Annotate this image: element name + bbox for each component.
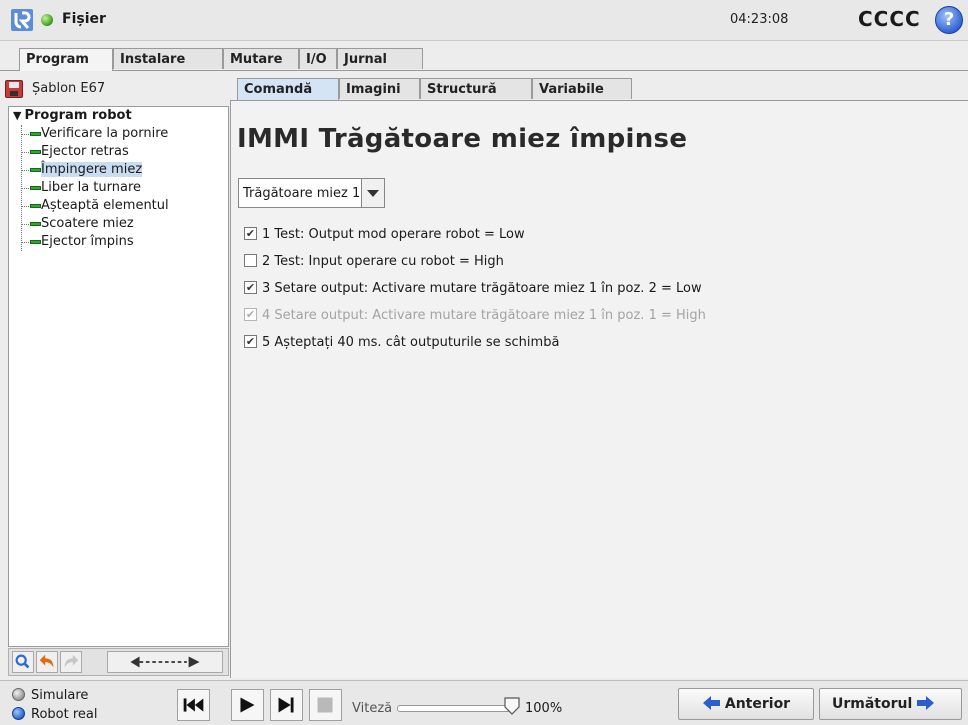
save-icon[interactable] — [5, 80, 23, 98]
step-label: 4 Setare output: Activare mutare trăgăto… — [262, 308, 706, 323]
speed-label: Viteză — [352, 701, 393, 716]
program-file-row[interactable]: Șablon E67 — [0, 78, 228, 100]
command-title: IMMI Trăgătoare miez împinse — [237, 124, 688, 154]
node-icon — [30, 240, 41, 244]
robot-status-icon — [41, 14, 53, 26]
arrow-right-icon — [917, 696, 935, 710]
tree-item-label: Verificare la pornire — [41, 126, 169, 141]
step-checkbox[interactable] — [244, 281, 257, 294]
tab-program[interactable]: Program — [19, 48, 113, 71]
play-icon[interactable] — [231, 689, 264, 721]
tree-item[interactable]: Ejector împins — [21, 233, 138, 251]
mode-simulation-label: Simulare — [31, 688, 89, 703]
node-icon — [30, 150, 41, 154]
move-node-arrows-icon[interactable] — [107, 651, 223, 673]
file-menu[interactable]: Fișier — [62, 11, 106, 27]
tree-toolbar — [8, 648, 229, 676]
next-button[interactable]: Următorul — [819, 688, 962, 720]
node-icon — [30, 186, 41, 190]
step-row-disabled: 4 Setare output: Activare mutare trăgăto… — [244, 307, 706, 325]
speed-value: 100% — [525, 701, 563, 716]
next-button-label: Următorul — [832, 696, 913, 712]
tab-variabile[interactable]: Variabile — [532, 78, 632, 99]
undo-icon[interactable] — [36, 651, 58, 673]
tree-item[interactable]: Verificare la pornire — [21, 125, 172, 143]
core-puller-select-value: Trăgătoare miez 1 — [243, 186, 361, 201]
tab-io[interactable]: I/O — [299, 48, 337, 69]
radio-icon[interactable] — [12, 688, 25, 701]
stop-icon[interactable] — [309, 689, 342, 721]
title-bar: Fișier 04:23:08 CCCC ? — [0, 0, 968, 41]
step-forward-icon[interactable] — [270, 689, 303, 721]
main-tabs: Program Instalare Mutare I/O Jurnal — [0, 48, 968, 71]
arrow-left-icon — [703, 696, 720, 710]
universal-robots-logo-icon — [11, 9, 33, 31]
tree-item-label: Ejector retras — [41, 144, 129, 159]
chevron-down-icon[interactable] — [361, 179, 384, 207]
program-tree: ▼ Program robot Verificare la pornire Eje… — [8, 106, 229, 647]
speed-slider-track[interactable] — [397, 705, 511, 712]
node-icon — [30, 132, 41, 136]
tree-item-label: Scoatere miez — [41, 216, 134, 231]
tab-instalare[interactable]: Instalare — [113, 48, 223, 69]
step-row[interactable]: 5 Așteptați 40 ms. cât outputurile se sc… — [244, 334, 559, 352]
node-icon — [30, 204, 41, 208]
tree-item-label: Împingere miez — [41, 162, 143, 177]
rewind-icon[interactable] — [177, 689, 210, 721]
step-checkbox[interactable] — [244, 227, 257, 240]
mode-simulation-option[interactable]: Simulare — [12, 687, 88, 705]
search-icon[interactable] — [12, 651, 34, 673]
step-checkbox[interactable] — [244, 335, 257, 348]
tree-item-selected[interactable]: Împingere miez — [21, 161, 146, 179]
step-checkbox[interactable] — [244, 254, 257, 267]
tree-item[interactable]: Liber la turnare — [21, 179, 145, 197]
tree-item[interactable]: Așteaptă elementul — [21, 197, 173, 215]
mode-real-label: Robot real — [31, 707, 98, 722]
step-label: 2 Test: Input operare cu robot = High — [262, 254, 504, 269]
clock: 04:23:08 — [730, 12, 789, 27]
tab-comanda[interactable]: Comandă — [237, 78, 339, 101]
radio-icon[interactable] — [12, 707, 25, 720]
robot-name: CCCC — [858, 7, 921, 31]
step-checkbox — [244, 308, 257, 321]
node-icon — [30, 222, 41, 226]
tab-imagini[interactable]: Imagini — [339, 78, 420, 99]
tree-item[interactable]: Scoatere miez — [21, 215, 138, 233]
help-icon[interactable]: ? — [935, 6, 963, 34]
tab-structura[interactable]: Structură — [420, 78, 532, 99]
step-row[interactable]: 2 Test: Input operare cu robot = High — [244, 253, 504, 271]
tree-item-label: Așteaptă elementul — [41, 198, 169, 213]
step-label: 1 Test: Output mod operare robot = Low — [262, 227, 525, 242]
tree-item-label: Ejector împins — [41, 234, 134, 249]
tab-jurnal[interactable]: Jurnal — [337, 48, 423, 69]
step-label: 3 Setare output: Activare mutare trăgăto… — [262, 281, 702, 296]
tree-root-label: Program robot — [24, 108, 132, 123]
step-row[interactable]: 3 Setare output: Activare mutare trăgăto… — [244, 280, 702, 298]
speed-slider-handle[interactable] — [504, 697, 520, 715]
program-file-name: Șablon E67 — [32, 81, 106, 96]
node-icon — [30, 168, 41, 172]
redo-icon[interactable] — [60, 651, 82, 673]
step-label: 5 Așteptați 40 ms. cât outputurile se sc… — [262, 335, 560, 350]
tree-root[interactable]: ▼ Program robot — [13, 108, 132, 123]
tree-item-label: Liber la turnare — [41, 180, 142, 195]
previous-button-label: Anterior — [724, 696, 791, 712]
expand-triangle-icon[interactable]: ▼ — [13, 109, 21, 122]
tab-mutare[interactable]: Mutare — [223, 48, 299, 69]
mode-real-option[interactable]: Robot real — [12, 706, 97, 724]
tree-item[interactable]: Ejector retras — [21, 143, 133, 161]
step-row[interactable]: 1 Test: Output mod operare robot = Low — [244, 226, 525, 244]
previous-button[interactable]: Anterior — [678, 688, 814, 720]
core-puller-select[interactable]: Trăgătoare miez 1 — [238, 178, 385, 208]
